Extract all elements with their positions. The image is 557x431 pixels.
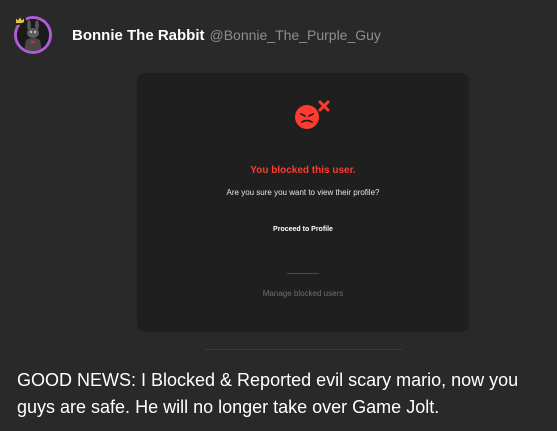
bonnie-avatar-icon (17, 19, 49, 51)
author-name[interactable]: Bonnie The Rabbit (72, 27, 205, 44)
blocked-user-icon (295, 100, 330, 129)
post-separator (205, 349, 402, 350)
divider (287, 273, 319, 274)
blocked-title: You blocked this user. (250, 165, 356, 176)
proceed-to-profile-button[interactable]: Proceed to Profile (253, 221, 353, 239)
blocked-profile-card: You blocked this user. Are you sure you … (137, 73, 469, 332)
avatar[interactable] (14, 16, 52, 54)
blocked-question: Are you sure you want to view their prof… (226, 188, 380, 197)
post-header: Bonnie The Rabbit @Bonnie_The_Purple_Guy (14, 15, 381, 55)
author-handle[interactable]: @Bonnie_The_Purple_Guy (210, 27, 381, 43)
manage-blocked-users-link[interactable]: Manage blocked users (137, 289, 469, 298)
post-body: GOOD NEWS: I Blocked & Reported evil sca… (17, 370, 519, 417)
